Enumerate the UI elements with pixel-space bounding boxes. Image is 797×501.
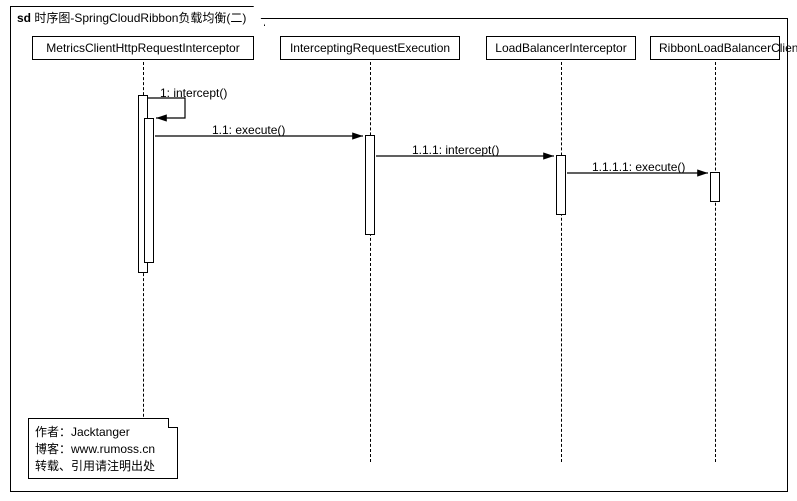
participant-1: MetricsClientHttpRequestInterceptor xyxy=(32,36,254,60)
participant-3: LoadBalancerInterceptor xyxy=(486,36,636,60)
participant-4: RibbonLoadBalancerClient xyxy=(650,36,780,60)
participant-4-label: RibbonLoadBalancerClient xyxy=(659,41,797,55)
activation-p3 xyxy=(556,155,566,215)
message-4-label: 1.1.1.1: execute() xyxy=(592,160,685,174)
message-3-label: 1.1.1: intercept() xyxy=(412,143,499,157)
author-note: 作者：Jacktanger 博客：www.rumoss.cn 转载、引用请注明出… xyxy=(28,418,178,479)
lifeline-4 xyxy=(715,62,716,462)
message-2-label: 1.1: execute() xyxy=(212,123,285,137)
note-line-2: 博客：www.rumoss.cn xyxy=(35,440,167,457)
activation-p4 xyxy=(710,172,720,202)
participant-3-label: LoadBalancerInterceptor xyxy=(495,41,626,55)
frame-label: sd 时序图-SpringCloudRibbon负载均衡(二) xyxy=(10,6,265,26)
sequence-diagram: sd 时序图-SpringCloudRibbon负载均衡(二) MetricsC… xyxy=(0,0,797,501)
note-line-1: 作者：Jacktanger xyxy=(35,423,167,440)
participant-1-label: MetricsClientHttpRequestInterceptor xyxy=(46,41,239,55)
participant-2: InterceptingRequestExecution xyxy=(280,36,460,60)
frame-prefix: sd xyxy=(17,11,31,25)
activation-p2 xyxy=(365,135,375,235)
note-line-3: 转载、引用请注明出处 xyxy=(35,457,167,474)
message-1-label: 1: intercept() xyxy=(160,86,227,100)
note-fold-icon xyxy=(168,418,178,428)
activation-p1-inner xyxy=(144,118,154,263)
participant-2-label: InterceptingRequestExecution xyxy=(290,41,450,55)
lifeline-2 xyxy=(370,62,371,462)
lifeline-3 xyxy=(561,62,562,462)
frame-title: 时序图-SpringCloudRibbon负载均衡(二) xyxy=(34,11,246,25)
